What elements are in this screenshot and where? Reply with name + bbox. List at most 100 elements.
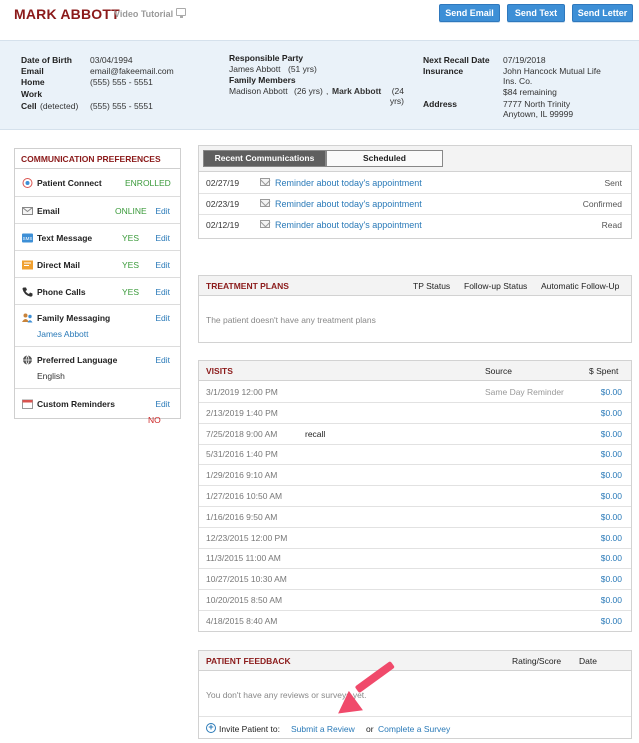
email-label: Email bbox=[21, 66, 44, 76]
pref-name: Email bbox=[37, 206, 60, 216]
responsible-party-age: (51 yrs) bbox=[288, 64, 317, 74]
family-messaging-contact[interactable]: James Abbott bbox=[37, 329, 89, 339]
family-icon bbox=[22, 313, 33, 323]
visit-row: 7/25/2018 9:00 AM recall $0.00 bbox=[199, 424, 631, 445]
email-edit-link[interactable]: Edit bbox=[155, 206, 170, 216]
visit-spent-link[interactable]: $0.00 bbox=[601, 408, 622, 418]
patient-connect-icon bbox=[22, 178, 33, 188]
pref-email: Email ONLINE Edit bbox=[15, 197, 180, 224]
communication-status: Confirmed bbox=[582, 199, 622, 209]
text-message-edit-link[interactable]: Edit bbox=[155, 233, 170, 243]
visits-header: VISITS Source $ Spent bbox=[199, 361, 631, 381]
visit-spent-link[interactable]: $0.00 bbox=[601, 429, 622, 439]
communications-panel: Recent Communications Scheduled 02/27/19… bbox=[198, 145, 632, 239]
video-icon[interactable] bbox=[176, 8, 186, 18]
visit-date: 11/3/2015 11:00 AM bbox=[206, 553, 281, 564]
family-member-mark[interactable]: Mark Abbott bbox=[332, 86, 381, 96]
visit-date: 5/31/2016 1:40 PM bbox=[206, 449, 278, 460]
communication-date: 02/23/19 bbox=[206, 199, 240, 209]
patient-feedback-header: PATIENT FEEDBACK Rating/Score Date bbox=[199, 651, 631, 671]
home-label: Home bbox=[21, 77, 45, 87]
visit-spent-link[interactable]: $0.00 bbox=[601, 470, 622, 480]
visit-spent-link[interactable]: $0.00 bbox=[601, 616, 622, 626]
submit-review-link[interactable]: Submit a Review bbox=[291, 724, 355, 734]
invite-prefix: Invite Patient to: bbox=[219, 724, 280, 734]
pref-patient-connect[interactable]: Patient Connect ENROLLED bbox=[15, 170, 180, 197]
visit-spent-link[interactable]: $0.00 bbox=[601, 574, 622, 584]
communication-subject-link[interactable]: Reminder about today's appointment bbox=[275, 220, 422, 230]
envelope-icon bbox=[260, 178, 270, 186]
envelope-icon bbox=[260, 220, 270, 228]
visit-row: 3/1/2019 12:00 PM Same Day Reminder $0.00 bbox=[199, 382, 631, 403]
pref-name: Patient Connect bbox=[37, 178, 102, 188]
address-label: Address bbox=[423, 99, 458, 109]
communication-status: Read bbox=[601, 220, 622, 230]
followup-status-column: Follow-up Status bbox=[464, 281, 528, 291]
spent-column: $ Spent bbox=[589, 366, 619, 376]
tab-scheduled[interactable]: Scheduled bbox=[326, 150, 443, 167]
send-letter-button[interactable]: Send Letter bbox=[572, 4, 633, 22]
insurance-remaining: $84 remaining bbox=[503, 87, 557, 97]
insurance-name: John Hancock Mutual Life Ins. Co. bbox=[503, 66, 601, 86]
plus-circle-icon: + bbox=[206, 723, 216, 733]
visit-date: 2/13/2019 1:40 PM bbox=[206, 407, 278, 418]
insurance-label: Insurance bbox=[423, 66, 464, 76]
patient-name: MARK ABBOTT bbox=[14, 6, 120, 22]
visit-row: 11/3/2015 11:00 AM $0.00 bbox=[199, 548, 631, 570]
visit-spent-link[interactable]: $0.00 bbox=[601, 533, 622, 543]
visit-row: 10/27/2015 10:30 AM $0.00 bbox=[199, 569, 631, 591]
pref-custom-reminders: Custom Reminders Edit bbox=[15, 389, 180, 418]
phone-calls-edit-link[interactable]: Edit bbox=[155, 287, 170, 297]
communication-date: 02/27/19 bbox=[206, 178, 240, 188]
visit-spent-link[interactable]: $0.00 bbox=[601, 387, 622, 397]
visit-date: 10/20/2015 8:50 AM bbox=[206, 595, 283, 605]
family-messaging-edit-link[interactable]: Edit bbox=[155, 313, 170, 323]
svg-text:SMS: SMS bbox=[23, 236, 33, 241]
custom-reminders-edit-link[interactable]: Edit bbox=[155, 399, 170, 409]
responsible-party-link[interactable]: James Abbott bbox=[229, 64, 281, 74]
envelope-icon bbox=[260, 199, 270, 207]
preferred-language-edit-link[interactable]: Edit bbox=[155, 355, 170, 365]
send-text-button[interactable]: Send Text bbox=[507, 4, 565, 22]
pref-name: Preferred Language bbox=[37, 355, 118, 365]
cell-label: Cell bbox=[21, 101, 37, 111]
send-email-button[interactable]: Send Email bbox=[439, 4, 500, 22]
treatment-plans-panel: TREATMENT PLANS TP Status Follow-up Stat… bbox=[198, 275, 632, 343]
visit-date: 7/25/2018 9:00 AM bbox=[206, 428, 278, 439]
pref-name: Text Message bbox=[37, 233, 93, 243]
visit-spent-link[interactable]: $0.00 bbox=[601, 595, 622, 605]
visit-spent-link[interactable]: $0.00 bbox=[601, 491, 622, 501]
pref-status: YES bbox=[122, 287, 140, 297]
family-members-label: Family Members bbox=[229, 75, 296, 85]
complete-survey-link[interactable]: Complete a Survey bbox=[378, 724, 450, 734]
pref-preferred-language: Preferred Language Edit English bbox=[15, 347, 180, 389]
feedback-divider bbox=[199, 716, 631, 717]
patient-info: Date of Birth 03/04/1994 Email email@fak… bbox=[0, 40, 639, 130]
email-link[interactable]: email@fakeemail.com bbox=[90, 66, 174, 76]
address-line-2: Anytown, IL 99999 bbox=[503, 109, 574, 119]
pref-name: Family Messaging bbox=[37, 313, 111, 323]
video-tutorial-link[interactable]: Video Tutorial bbox=[114, 9, 173, 19]
tab-recent-communications[interactable]: Recent Communications bbox=[203, 150, 326, 167]
communication-subject-link[interactable]: Reminder about today's appointment bbox=[275, 199, 422, 209]
family-member-madison[interactable]: Madison Abbott bbox=[229, 86, 288, 96]
direct-mail-icon bbox=[22, 260, 33, 270]
communication-subject-link[interactable]: Reminder about today's appointment bbox=[275, 178, 422, 188]
dob-value: 03/04/1994 bbox=[90, 55, 133, 65]
visit-row: 2/13/2019 1:40 PM $0.00 bbox=[199, 403, 631, 424]
family-separator: , bbox=[326, 86, 329, 96]
visit-spent-link[interactable]: $0.00 bbox=[601, 553, 622, 563]
communication-status: Sent bbox=[604, 178, 623, 188]
visit-spent-link[interactable]: $0.00 bbox=[601, 512, 622, 522]
pref-direct-mail: Direct Mail YES Edit bbox=[15, 251, 180, 278]
communication-row: 02/12/19 Reminder about today's appointm… bbox=[199, 215, 631, 236]
pref-phone-calls: Phone Calls YES Edit bbox=[15, 278, 180, 305]
custom-reminders-status: NO bbox=[148, 415, 161, 425]
visit-row: 5/31/2016 1:40 PM $0.00 bbox=[199, 444, 631, 466]
visit-spent-link[interactable]: $0.00 bbox=[601, 449, 622, 459]
visit-date: 3/1/2019 12:00 PM bbox=[206, 387, 278, 397]
responsible-party-label: Responsible Party bbox=[229, 53, 304, 63]
direct-mail-edit-link[interactable]: Edit bbox=[155, 260, 170, 270]
rating-column: Rating/Score bbox=[512, 656, 562, 666]
pref-status: YES bbox=[122, 260, 140, 270]
